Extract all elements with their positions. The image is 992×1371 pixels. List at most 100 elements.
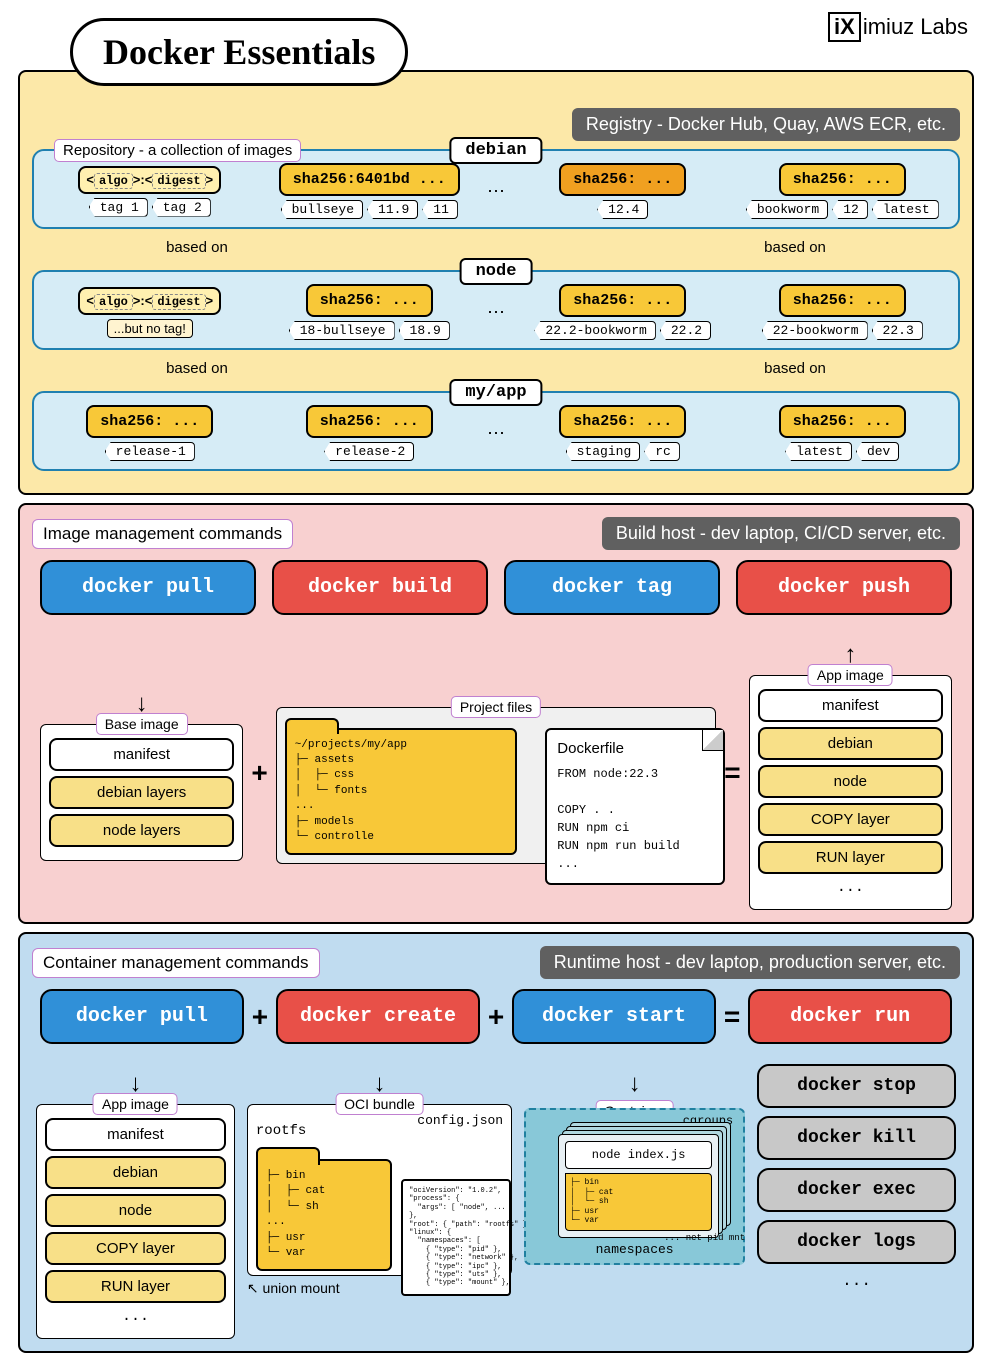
sha: sha256: ... — [779, 284, 906, 317]
sha: sha256: ... — [559, 163, 686, 196]
ellipsis: ⋯ — [483, 423, 509, 444]
repo-label: Repository - a collection of images — [54, 139, 301, 162]
sha: sha256:6401bd ... — [279, 163, 460, 196]
based-on-row: based on based on — [32, 360, 960, 377]
sha: sha256: ... — [779, 163, 906, 196]
sha: sha256: ... — [306, 284, 433, 317]
tag: staging — [566, 442, 641, 461]
build-section: Image management commands Build host - d… — [18, 503, 974, 924]
based-on-row: based on based on — [32, 239, 960, 256]
tag: latest — [785, 442, 852, 461]
tag: release-2 — [324, 442, 414, 461]
page-title: Docker Essentials — [70, 18, 408, 86]
sha-template: <algo>:<digest> — [78, 166, 221, 194]
repo-name-myapp: my/app — [449, 379, 542, 406]
runtime-app-image: App image manifest debian node COPY laye… — [36, 1104, 235, 1339]
repo-myapp: my/app sha256: ... release-1 sha256: ...… — [32, 391, 960, 471]
cmd-docker-start: docker start — [512, 989, 716, 1044]
layer: debian — [45, 1156, 226, 1189]
more-cmds: ... — [757, 1272, 956, 1290]
cmd-docker-pull: docker pull — [40, 560, 256, 615]
tag: 12.4 — [597, 200, 648, 219]
tag: 22.2-bookworm — [534, 321, 655, 340]
layer: COPY layer — [758, 803, 943, 836]
logo-rest: imiuz Labs — [863, 14, 968, 39]
tag: 22-bookworm — [762, 321, 868, 340]
project-tree: ~/projects/my/app ├─ assets │ ├─ css │ └… — [295, 738, 507, 846]
app-image-label: App image — [808, 664, 893, 686]
layer-debian: debian layers — [49, 776, 234, 809]
layer: COPY layer — [45, 1232, 226, 1265]
namespace-list: ... net pid mnt — [664, 1233, 745, 1245]
layer: RUN layer — [45, 1270, 226, 1303]
repo-name-node: node — [460, 258, 533, 285]
logo-ix: iX — [828, 12, 861, 42]
build-header: Build host - dev laptop, CI/CD server, e… — [602, 517, 960, 550]
runtime-section: Container management commands Runtime ho… — [18, 932, 974, 1353]
base-image-label: Base image — [96, 713, 188, 735]
cmd-docker-build: docker build — [272, 560, 488, 615]
project-label: Project files — [451, 696, 541, 718]
tag: tag 2 — [152, 198, 211, 217]
tag: 11.9 — [367, 200, 418, 219]
app-image-label: App image — [93, 1093, 178, 1115]
container-fs: ├─ bin │ ├─ cat │ └─ sh ├─ usr └─ var — [565, 1173, 712, 1231]
sha: sha256: ... — [86, 405, 213, 438]
ellipsis: ⋯ — [483, 181, 509, 202]
side-commands: docker stop docker kill docker exec dock… — [757, 1064, 956, 1290]
layer: node — [758, 765, 943, 798]
layer: RUN layer — [758, 841, 943, 874]
cmd-docker-run: docker run — [748, 989, 952, 1044]
tag: release-1 — [105, 442, 195, 461]
tag: rc — [644, 442, 680, 461]
tag: 12 — [832, 200, 868, 219]
oci-label: OCI bundle — [335, 1093, 424, 1115]
cmd-docker-exec: docker exec — [757, 1168, 956, 1212]
plus: + — [252, 1001, 268, 1033]
ellipsis: ⋯ — [483, 302, 509, 323]
dockerfile-name: Dockerfile — [557, 740, 713, 757]
cmd-docker-kill: docker kill — [757, 1116, 956, 1160]
rootfs-label: rootfs — [256, 1123, 306, 1139]
oci-bundle: OCI bundle rootfs config.json ├─ bin │ ├… — [247, 1104, 512, 1276]
tag: latest — [872, 200, 939, 219]
logo: iXimiuz Labs — [828, 12, 968, 42]
container-box: cgroups capabilities node index.js ├─ bi… — [524, 1108, 745, 1265]
cmd-docker-create: docker create — [276, 989, 480, 1044]
eq-symbol: = — [724, 757, 740, 789]
plus: + — [488, 1001, 504, 1033]
layer-more: ... — [45, 1308, 226, 1325]
sha: sha256: ... — [559, 284, 686, 317]
project-files-card: Project files ~/projects/my/app ├─ asset… — [276, 707, 717, 865]
cmd-docker-push: docker push — [736, 560, 952, 615]
repo-name-debian: debian — [449, 137, 542, 164]
tag: bookworm — [746, 200, 828, 219]
eq: = — [724, 1001, 740, 1033]
repo-debian: Repository - a collection of images debi… — [32, 149, 960, 229]
layer: manifest — [758, 689, 943, 722]
sha-template: <algo>:<digest> — [78, 287, 221, 315]
build-label: Image management commands — [32, 519, 293, 549]
dockerfile-body: FROM node:22.3 COPY . . RUN npm ci RUN n… — [557, 765, 713, 873]
app-image-card: App image manifest debian node COPY laye… — [749, 675, 952, 910]
tag: 22.3 — [872, 321, 923, 340]
layer-manifest: manifest — [49, 738, 234, 771]
tag: 18.9 — [399, 321, 450, 340]
no-tag-note: ...but no tag! — [107, 319, 193, 338]
tag: 22.2 — [660, 321, 711, 340]
sha: sha256: ... — [559, 405, 686, 438]
layer-node: node layers — [49, 814, 234, 847]
tag: bullseye — [281, 200, 363, 219]
plus-symbol: + — [251, 757, 267, 789]
cmd-docker-stop: docker stop — [757, 1064, 956, 1108]
config-json-label: config.json — [312, 1113, 503, 1128]
process-label: node index.js — [565, 1141, 712, 1169]
layer-more: ... — [758, 879, 943, 896]
sha: sha256: ... — [779, 405, 906, 438]
base-image-card: Base image manifest debian layers node l… — [40, 724, 243, 861]
runtime-header: Runtime host - dev laptop, production se… — [540, 946, 960, 979]
cmd-docker-logs: docker logs — [757, 1220, 956, 1264]
cmd-docker-tag: docker tag — [504, 560, 720, 615]
dockerfile: Dockerfile FROM node:22.3 COPY . . RUN n… — [545, 728, 725, 885]
tag: 18-bullseye — [289, 321, 395, 340]
